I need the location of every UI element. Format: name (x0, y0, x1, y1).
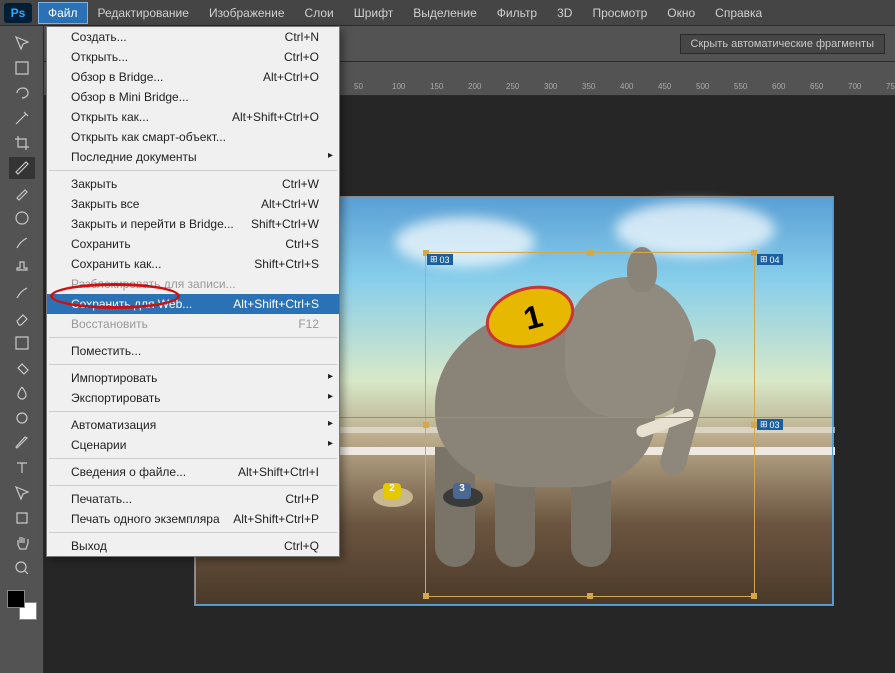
menu-item-печатать-[interactable]: Печатать...Ctrl+P (47, 489, 339, 509)
tools-panel (0, 26, 44, 673)
menu-шрифт[interactable]: Шрифт (344, 2, 403, 24)
menu-слои[interactable]: Слои (295, 2, 344, 24)
menu-item-обзор-в-mini-bridge-[interactable]: Обзор в Mini Bridge... (47, 87, 339, 107)
menu-3d[interactable]: 3D (547, 2, 582, 24)
menu-item-сценарии[interactable]: Сценарии (47, 435, 339, 455)
tool-crop[interactable] (9, 132, 35, 154)
menu-item-автоматизация[interactable]: Автоматизация (47, 415, 339, 435)
slice-badge-main[interactable]: ⊞03 (427, 254, 453, 265)
color-swatches[interactable] (7, 590, 37, 620)
menu-item-экспортировать[interactable]: Экспортировать (47, 388, 339, 408)
tool-path[interactable] (9, 482, 35, 504)
tool-slice[interactable] (9, 157, 35, 179)
tool-rect[interactable] (9, 507, 35, 529)
tool-pen[interactable] (9, 432, 35, 454)
menu-item-поместить-[interactable]: Поместить... (47, 341, 339, 361)
tool-spot[interactable] (9, 207, 35, 229)
menu-выделение[interactable]: Выделение (403, 2, 487, 24)
tool-eyedropper[interactable] (9, 182, 35, 204)
menu-файл[interactable]: Файл (38, 2, 88, 24)
tool-eraser[interactable] (9, 307, 35, 329)
menu-item-последние-документы[interactable]: Последние документы (47, 147, 339, 167)
menu-item-импортировать[interactable]: Импортировать (47, 368, 339, 388)
menu-item-сохранить-для-web-[interactable]: Сохранить для Web...Alt+Shift+Ctrl+S (47, 294, 339, 314)
menu-item-сведения-о-файле-[interactable]: Сведения о файле...Alt+Shift+Ctrl+I (47, 462, 339, 482)
tool-hand[interactable] (9, 532, 35, 554)
menu-item-разблокировать-для-записи-: Разблокировать для записи... (47, 274, 339, 294)
menubar: Ps ФайлРедактированиеИзображениеСлоиШриф… (0, 0, 895, 26)
tool-marquee[interactable] (9, 57, 35, 79)
tool-type[interactable] (9, 457, 35, 479)
menu-изображение[interactable]: Изображение (199, 2, 295, 24)
menu-item-закрыть[interactable]: ЗакрытьCtrl+W (47, 174, 339, 194)
slice-badge-inner[interactable]: ⊞03 (757, 419, 783, 430)
tool-bucket[interactable] (9, 357, 35, 379)
tool-history[interactable] (9, 282, 35, 304)
tool-lasso[interactable] (9, 82, 35, 104)
slice-main[interactable] (425, 252, 755, 597)
hide-auto-slices-button[interactable]: Скрыть автоматические фрагменты (680, 34, 885, 54)
menu-item-создать-[interactable]: Создать...Ctrl+N (47, 27, 339, 47)
menu-просмотр[interactable]: Просмотр (582, 2, 657, 24)
menu-item-открыть-как-[interactable]: Открыть как...Alt+Shift+Ctrl+O (47, 107, 339, 127)
tool-move[interactable] (9, 32, 35, 54)
menu-item-закрыть-все[interactable]: Закрыть всеAlt+Ctrl+W (47, 194, 339, 214)
tool-blur[interactable] (9, 382, 35, 404)
tool-brush[interactable] (9, 232, 35, 254)
slice-badge-right[interactable]: ⊞04 (757, 254, 783, 265)
menu-item-восстановить: ВосстановитьF12 (47, 314, 339, 334)
menu-item-выход[interactable]: ВыходCtrl+Q (47, 536, 339, 556)
tool-wand[interactable] (9, 107, 35, 129)
file-menu-dropdown[interactable]: Создать...Ctrl+NОткрыть...Ctrl+OОбзор в … (46, 26, 340, 557)
menu-окно[interactable]: Окно (657, 2, 705, 24)
menu-item-закрыть-и-перейти-в-bridge-[interactable]: Закрыть и перейти в Bridge...Shift+Ctrl+… (47, 214, 339, 234)
tool-stamp[interactable] (9, 257, 35, 279)
menu-фильтр[interactable]: Фильтр (487, 2, 547, 24)
ps-logo: Ps (4, 3, 32, 23)
menu-item-сохранить-как-[interactable]: Сохранить как...Shift+Ctrl+S (47, 254, 339, 274)
menu-item-обзор-в-bridge-[interactable]: Обзор в Bridge...Alt+Ctrl+O (47, 67, 339, 87)
menu-редактирование[interactable]: Редактирование (88, 2, 199, 24)
menu-item-печать-одного-экземпляра[interactable]: Печать одного экземпляраAlt+Shift+Ctrl+P (47, 509, 339, 529)
tool-gradient[interactable] (9, 332, 35, 354)
tool-dodge[interactable] (9, 407, 35, 429)
menu-справка[interactable]: Справка (705, 2, 772, 24)
menu-item-открыть-[interactable]: Открыть...Ctrl+O (47, 47, 339, 67)
menu-item-открыть-как-смарт-объект-[interactable]: Открыть как смарт-объект... (47, 127, 339, 147)
menu-item-сохранить[interactable]: СохранитьCtrl+S (47, 234, 339, 254)
tool-zoom[interactable] (9, 557, 35, 579)
